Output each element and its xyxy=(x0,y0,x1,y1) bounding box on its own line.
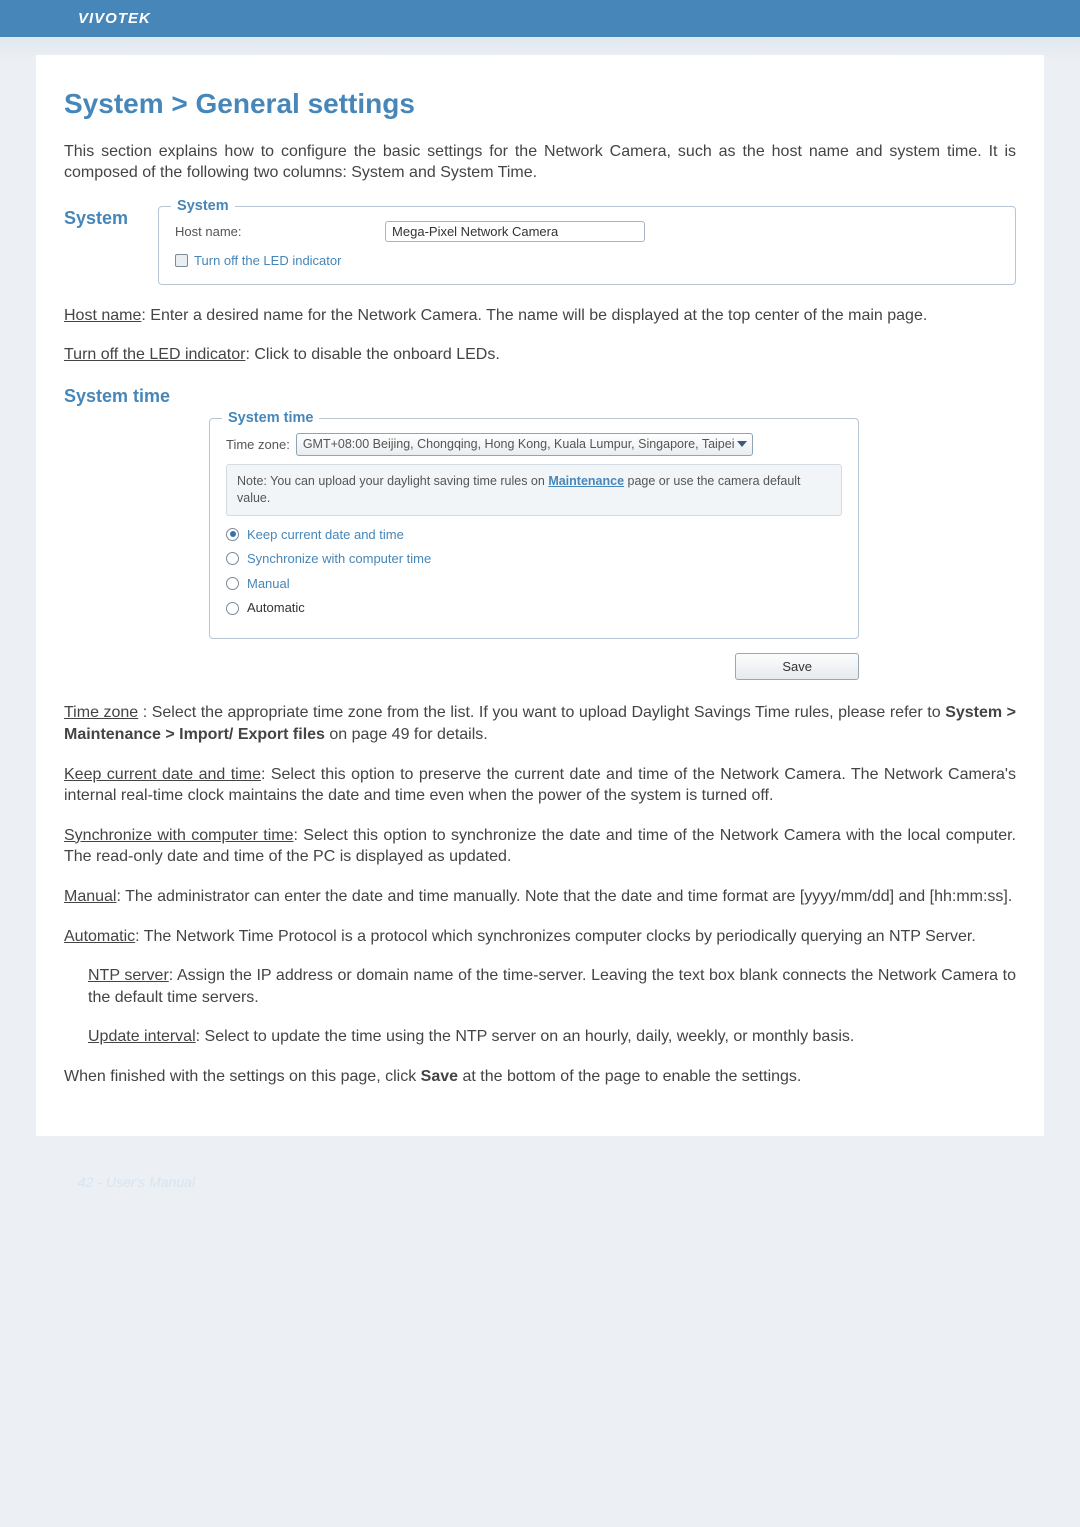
led-checkbox[interactable] xyxy=(175,254,188,267)
final-pre: When finished with the settings on this … xyxy=(64,1068,421,1085)
ntp-desc: : Assign the IP address or domain name o… xyxy=(88,967,1016,1006)
system-legend: System xyxy=(171,197,235,217)
radio-manual-label: Manual xyxy=(247,575,290,593)
timezone-desc-2: on page 49 for details. xyxy=(325,726,488,743)
led-term: Turn off the LED indicator xyxy=(64,346,245,363)
manual-term: Manual xyxy=(64,888,116,905)
timezone-label: Time zone: xyxy=(226,436,290,454)
brand-header: VIVOTEK xyxy=(0,0,1080,37)
update-desc: : Select to update the time using the NT… xyxy=(196,1028,855,1045)
radio-automatic-label: Automatic xyxy=(247,599,305,617)
manual-desc: : The administrator can enter the date a… xyxy=(116,888,1012,905)
timezone-desc-1: : Select the appropriate time zone from … xyxy=(138,704,945,721)
led-desc: : Click to disable the onboard LEDs. xyxy=(245,346,499,363)
hostname-term: Host name xyxy=(64,307,141,324)
radio-sync[interactable] xyxy=(226,552,239,565)
led-checkbox-label: Turn off the LED indicator xyxy=(194,252,341,270)
intro-paragraph: This section explains how to configure t… xyxy=(64,141,1016,184)
system-fieldset: System Host name: Turn off the LED indic… xyxy=(158,206,1016,285)
radio-manual[interactable] xyxy=(226,577,239,590)
system-side-label: System xyxy=(64,206,128,230)
radio-keep-label: Keep current date and time xyxy=(247,526,404,544)
timezone-term: Time zone xyxy=(64,704,138,721)
page-footer: 42 - User's Manual xyxy=(0,1136,1080,1202)
final-bold: Save xyxy=(421,1068,458,1085)
save-button[interactable]: Save xyxy=(735,653,859,681)
chevron-down-icon xyxy=(737,441,747,447)
ntp-term: NTP server xyxy=(88,967,169,984)
systemtime-fieldset: System time Time zone: GMT+08:00 Beijing… xyxy=(209,418,859,639)
timezone-select[interactable]: GMT+08:00 Beijing, Chongqing, Hong Kong,… xyxy=(296,433,754,456)
radio-sync-label: Synchronize with computer time xyxy=(247,550,431,568)
hostname-desc: : Enter a desired name for the Network C… xyxy=(141,307,927,324)
keep-term: Keep current date and time xyxy=(64,766,261,783)
note-pre: Note: You can upload your daylight savin… xyxy=(237,474,548,488)
systime-side-label: System time xyxy=(64,384,1016,408)
hostname-label: Host name: xyxy=(175,223,385,241)
maintenance-link[interactable]: Maintenance xyxy=(548,474,624,488)
systemtime-legend: System time xyxy=(222,409,319,429)
timezone-value: GMT+08:00 Beijing, Chongqing, Hong Kong,… xyxy=(303,436,735,453)
page-title: System > General settings xyxy=(64,85,1016,123)
hostname-input[interactable] xyxy=(385,221,645,242)
final-post: at the bottom of the page to enable the … xyxy=(458,1068,801,1085)
automatic-desc: : The Network Time Protocol is a protoco… xyxy=(135,928,976,945)
document-panel: System > General settings This section e… xyxy=(36,55,1044,1136)
radio-keep[interactable] xyxy=(226,528,239,541)
sync-term: Synchronize with computer time xyxy=(64,827,294,844)
dst-note: Note: You can upload your daylight savin… xyxy=(226,464,842,516)
radio-automatic[interactable] xyxy=(226,602,239,615)
update-term: Update interval xyxy=(88,1028,196,1045)
automatic-term: Automatic xyxy=(64,928,135,945)
